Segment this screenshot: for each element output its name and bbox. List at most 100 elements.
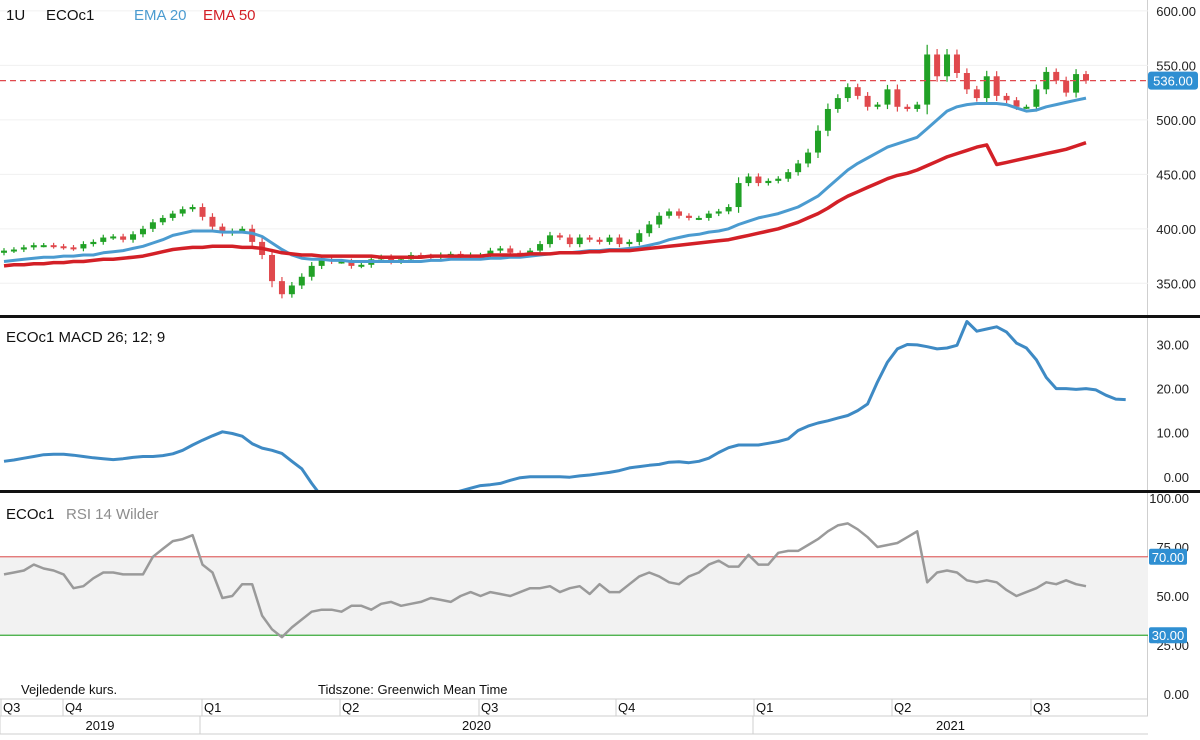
candle-body [755, 176, 762, 184]
rsi-tick-label: 0.00 [1164, 687, 1189, 702]
candle-body [209, 216, 216, 227]
rsi-tick-label: 100.00 [1149, 491, 1189, 506]
macd-tick-label: 30.00 [1156, 337, 1189, 352]
price-tick-label: 450.00 [1156, 167, 1196, 182]
rsi-upper-tag: 70.00 [1149, 548, 1187, 565]
candle-body [874, 104, 881, 107]
quarter-label: Q1 [204, 700, 221, 715]
candle-body [40, 245, 47, 248]
candle-body [566, 237, 573, 245]
candle-body [914, 104, 921, 109]
candle-body [884, 89, 891, 105]
candle-body [745, 176, 752, 184]
candle-body [814, 130, 821, 153]
candle-body [834, 98, 841, 109]
rsi-indicator-label: RSI 14 Wilder [66, 506, 159, 523]
candle-body [844, 87, 851, 99]
candle-body [120, 236, 127, 240]
year-label: 2020 [462, 718, 491, 733]
candle-body [805, 152, 812, 164]
candle-body [735, 183, 742, 208]
candle-body [983, 76, 990, 99]
rsi-neutral-band [0, 556, 1148, 636]
panel-divider [0, 490, 1200, 493]
candle-body [30, 245, 37, 248]
chart-root: 600.00 550.00 500.00 450.00 400.00 350.00 536… [0, 0, 1200, 735]
candle-body [1083, 74, 1089, 81]
candle-body [189, 207, 196, 210]
candle-body [934, 54, 941, 77]
macd-tick-label: 10.00 [1156, 426, 1189, 441]
candle-body [179, 209, 186, 214]
candle-body [695, 217, 702, 220]
candle-body [626, 241, 633, 245]
macd-tick-label: 0.00 [1164, 470, 1189, 485]
quarter-label: Q2 [342, 700, 359, 715]
candle-body [298, 276, 305, 286]
interval-label: 1U [6, 7, 25, 24]
candle-body [556, 235, 563, 238]
candle-body [586, 237, 593, 240]
candle-body [596, 239, 603, 242]
candle-body [1073, 74, 1080, 93]
quarter-label: Q3 [1033, 700, 1050, 715]
quarter-label: Q2 [894, 700, 911, 715]
stock-chart[interactable]: 600.00 550.00 500.00 450.00 400.00 350.00 536… [0, 0, 1200, 735]
candle-body [1063, 80, 1070, 93]
candle-body [824, 108, 831, 131]
quarter-label: Q4 [618, 700, 635, 715]
candle-body [606, 237, 613, 242]
candle-body [795, 163, 802, 173]
price-tick-label: 550.00 [1156, 58, 1196, 73]
symbol-label: ECOc1 [46, 7, 94, 24]
candle-body [497, 248, 504, 251]
candle-body [765, 180, 772, 184]
candle-body [993, 76, 1000, 96]
price-tick-label: 350.00 [1156, 276, 1196, 291]
candle-body [149, 222, 156, 229]
macd-panel[interactable] [3, 320, 1126, 508]
candle-body [656, 215, 663, 225]
candle-body [715, 211, 722, 214]
candle-body [616, 237, 623, 245]
candle-body [1003, 95, 1010, 101]
candle-body [60, 246, 67, 249]
candle-body [546, 235, 553, 245]
candle-body [288, 285, 295, 295]
candle-body [1023, 106, 1030, 109]
macd-axis: 30.00 20.00 10.00 0.00 [1156, 337, 1189, 484]
rsi-panel[interactable] [0, 522, 1148, 639]
macd-title: ECOc1 MACD 26; 12; 9 [6, 329, 165, 346]
rsi-lower-tag: 30.00 [1149, 627, 1187, 644]
price-tick-label: 400.00 [1156, 222, 1196, 237]
ema-50-line [3, 141, 1087, 268]
candle-body [1053, 71, 1060, 81]
rsi-upper-tag-text: 70.00 [1152, 550, 1185, 565]
candle-body [308, 265, 315, 277]
candle-body [1, 250, 7, 253]
candle-body [537, 244, 544, 251]
candle-body [199, 207, 206, 217]
candle-body [507, 248, 514, 253]
candle-body [636, 233, 643, 242]
price-tick-label: 500.00 [1156, 113, 1196, 128]
candle-body [70, 247, 77, 250]
candle-body [110, 236, 117, 239]
candle-body [169, 213, 176, 218]
last-price-tag-text: 536.00 [1153, 74, 1193, 89]
candle-body [775, 178, 782, 181]
quarter-label: Q3 [3, 700, 20, 715]
last-price-tag: 536.00 [1148, 71, 1198, 90]
candle-body [944, 54, 951, 77]
candle-body [924, 54, 931, 105]
candle-body [1033, 89, 1040, 107]
candle-body [576, 237, 583, 245]
rsi-lower-tag-text: 30.00 [1152, 628, 1185, 643]
year-label: 2019 [86, 718, 115, 733]
candle-body [676, 211, 683, 216]
candle-body [278, 281, 285, 295]
price-panel[interactable] [0, 10, 1148, 299]
quarter-label: Q1 [756, 700, 773, 715]
candle-body [685, 215, 692, 218]
ema-50-legend: EMA 50 [203, 7, 256, 24]
